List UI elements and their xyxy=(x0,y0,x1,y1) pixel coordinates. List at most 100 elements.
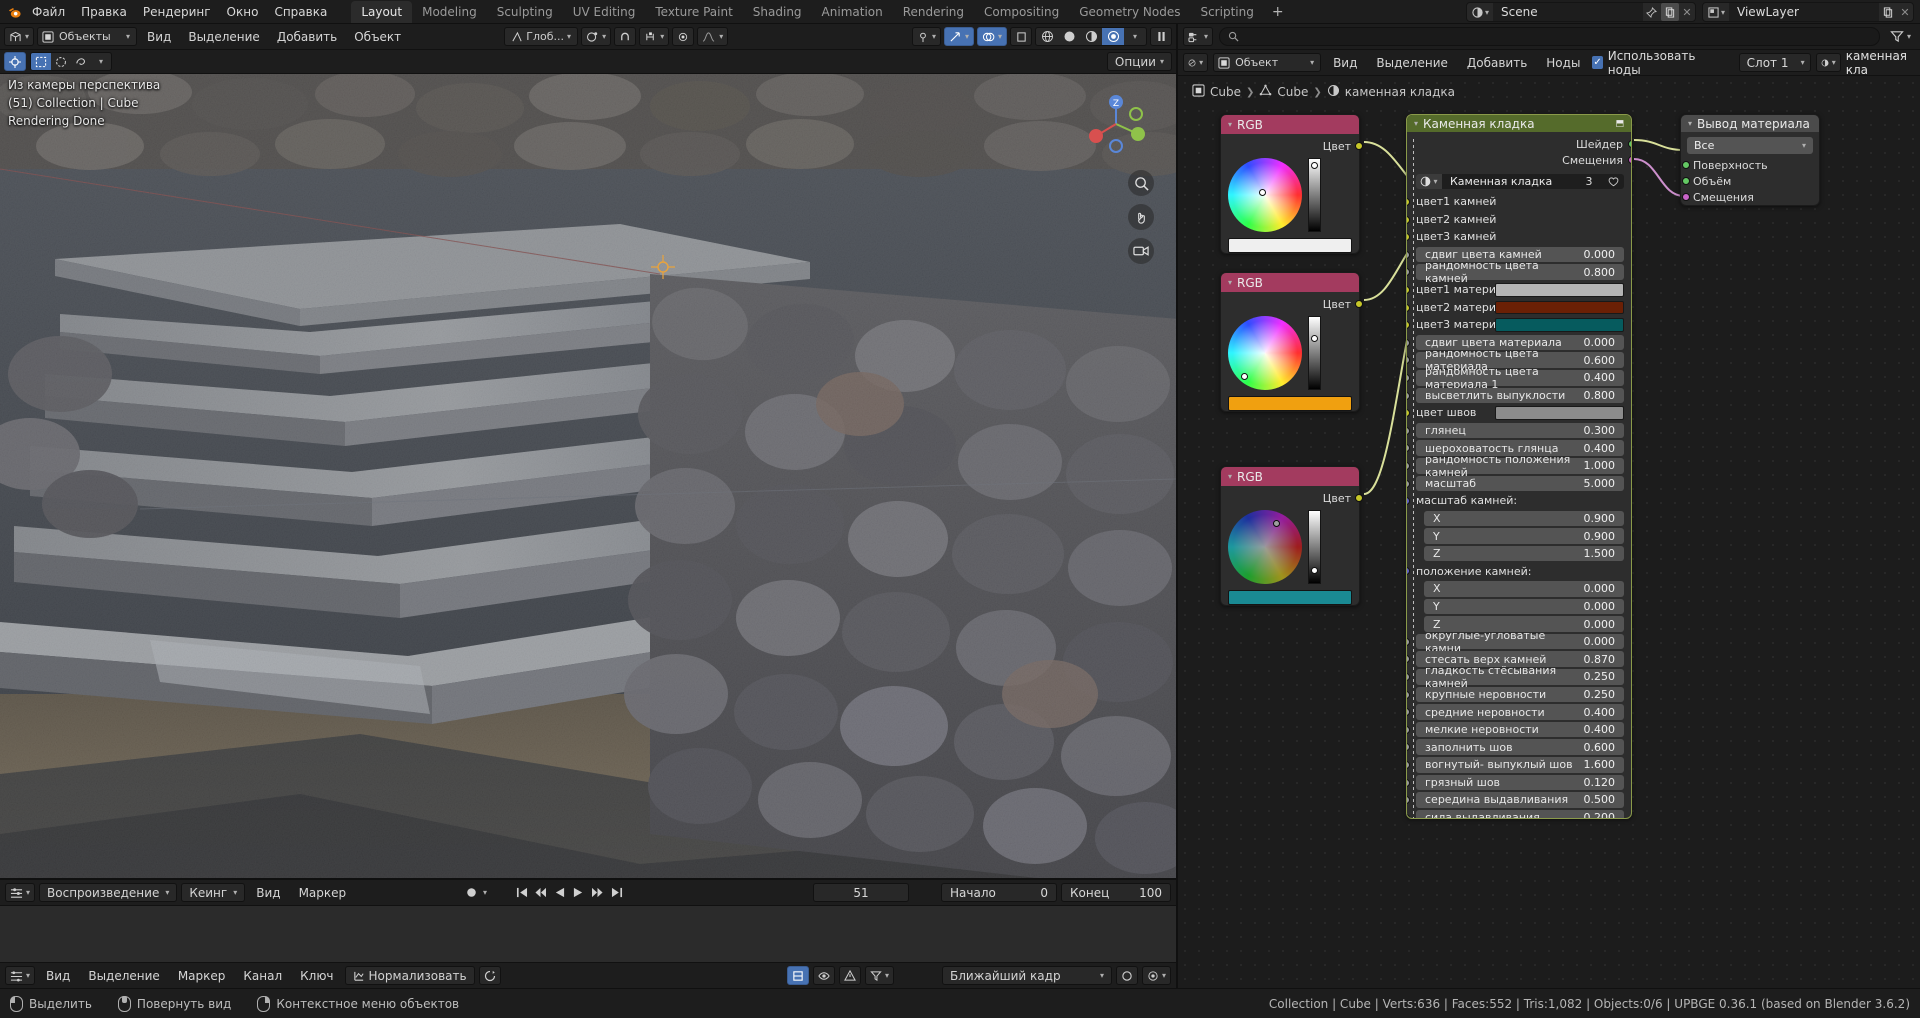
node-group-input-row[interactable]: цвет1 материала xyxy=(1407,281,1631,299)
shading-solid-icon[interactable] xyxy=(1058,28,1080,45)
node-group-color-field[interactable] xyxy=(1495,283,1624,297)
shading-material-icon[interactable] xyxy=(1080,28,1102,45)
color-swatch[interactable] xyxy=(1228,238,1352,253)
input-socket[interactable] xyxy=(1406,374,1410,382)
menu-edit[interactable]: Правка xyxy=(73,2,135,22)
node-group-input-row[interactable]: цвет2 материала xyxy=(1407,299,1631,317)
node-group-name-field[interactable]: ▾ Каменная кладка 3 xyxy=(1416,174,1624,189)
zoom-icon[interactable] xyxy=(1128,170,1154,196)
camera-view-icon[interactable] xyxy=(1128,238,1154,264)
value-slider-knob[interactable] xyxy=(1311,567,1318,574)
node-group-value-field[interactable]: гладкость стёсывания камней0.250 xyxy=(1416,669,1624,685)
show-gizmo-icon[interactable]: ▾ xyxy=(944,27,974,46)
value-slider[interactable] xyxy=(1308,316,1321,390)
navigation-gizmo[interactable]: Z xyxy=(1084,92,1148,156)
input-socket[interactable] xyxy=(1406,392,1410,400)
proportional-edit-icon[interactable] xyxy=(672,27,694,46)
viewlayer-selector[interactable]: ▾ ViewLayer ✕ xyxy=(1702,2,1914,22)
node-group-color-field[interactable] xyxy=(1495,318,1624,332)
node-group-input-row[interactable]: средние неровности0.400 xyxy=(1407,703,1631,721)
dopesheet-menu-marker[interactable]: Маркер xyxy=(171,967,233,985)
dopesheet-menu-key[interactable]: Ключ xyxy=(293,967,340,985)
material-output-surface-row[interactable]: Поверхность xyxy=(1687,157,1813,173)
node-group-color-field[interactable] xyxy=(1495,301,1624,315)
value-slider[interactable] xyxy=(1308,158,1321,232)
workspace-tab-modeling[interactable]: Modeling xyxy=(412,1,487,23)
input-socket[interactable] xyxy=(1406,251,1410,259)
falloff-curve-icon[interactable]: ▾ xyxy=(697,27,728,46)
shader-editor-filter-icon[interactable]: ▾ xyxy=(1886,27,1915,46)
collapse-icon[interactable]: ▾ xyxy=(1228,278,1232,287)
viewport-menu-view[interactable]: Вид xyxy=(140,28,178,46)
viewport-menu-add[interactable]: Добавить xyxy=(270,28,344,46)
new-scene-icon[interactable] xyxy=(1661,3,1679,21)
node-rgb-3-output-row[interactable]: Цвет xyxy=(1221,490,1359,506)
node-group-input-row[interactable]: цвет3 материала xyxy=(1407,316,1631,334)
magnet-snap-icon[interactable] xyxy=(614,27,636,46)
node-group-input-row[interactable]: гладкость стёсывания камней0.250 xyxy=(1407,668,1631,686)
node-group-user-count[interactable]: 3 xyxy=(1576,175,1602,188)
collapse-icon[interactable]: ▾ xyxy=(1688,119,1692,128)
blender-logo-icon[interactable] xyxy=(6,4,24,20)
node-rgb-3[interactable]: ▾ RGB Цвет xyxy=(1220,466,1360,606)
timeline-track-area[interactable] xyxy=(0,906,1176,962)
node-group-value-field[interactable]: крупные неровности0.250 xyxy=(1416,687,1624,703)
remove-scene-icon[interactable]: ✕ xyxy=(1679,6,1695,19)
remove-viewlayer-icon[interactable]: ✕ xyxy=(1897,6,1913,19)
node-group-value-field[interactable]: Y0.900 xyxy=(1424,528,1624,544)
select-box-icon[interactable] xyxy=(31,53,51,70)
node-group-input-row[interactable]: мелкие неровности0.400 xyxy=(1407,721,1631,739)
input-socket[interactable] xyxy=(1406,339,1410,347)
frame-end-field[interactable]: Конец 100 xyxy=(1061,883,1171,902)
input-socket[interactable] xyxy=(1406,268,1410,276)
output-socket[interactable] xyxy=(1355,300,1363,308)
shader-output-socket[interactable] xyxy=(1628,140,1632,148)
shader-menu-add[interactable]: Добавить xyxy=(1460,54,1534,72)
menu-file[interactable]: Файл xyxy=(24,2,73,22)
node-group-value-field[interactable]: рандомность положения камней1.000 xyxy=(1416,458,1624,474)
node-rgb-1-output-row[interactable]: Цвет xyxy=(1221,138,1359,154)
collapse-icon[interactable]: ▾ xyxy=(1414,119,1418,128)
viewport-menu-object[interactable]: Объект xyxy=(347,28,408,46)
add-workspace-button[interactable]: + xyxy=(1264,1,1292,23)
shading-mode-group[interactable]: ▾ xyxy=(1035,27,1147,46)
node-group-input-row[interactable]: цвет2 камней xyxy=(1407,211,1631,229)
interaction-mode-selector[interactable]: Объекты ▾ xyxy=(37,27,137,46)
workspace-tab-rendering[interactable]: Rendering xyxy=(893,1,974,23)
record-keyframe-button[interactable]: ▾ xyxy=(465,886,487,899)
timeline-menu-view[interactable]: Вид xyxy=(249,884,287,902)
normalize-toggle[interactable]: Нормализовать xyxy=(345,966,475,985)
color-wheel-knob[interactable] xyxy=(1241,373,1248,380)
input-socket[interactable] xyxy=(1406,638,1410,646)
node-group-color-field[interactable] xyxy=(1495,406,1624,420)
color-wheel-knob[interactable] xyxy=(1259,189,1266,196)
frame-start-field[interactable]: Начало 0 xyxy=(941,883,1057,902)
node-group-input-row[interactable]: высветлить выпуклости0.800 xyxy=(1407,387,1631,405)
browse-material-icon[interactable]: ▾ xyxy=(1816,53,1841,72)
show-errors-icon[interactable] xyxy=(839,966,861,985)
input-socket[interactable] xyxy=(1406,726,1410,734)
node-group-input-row[interactable]: Y0.000 xyxy=(1407,598,1631,616)
select-circle-icon[interactable] xyxy=(51,53,71,70)
new-viewlayer-icon[interactable] xyxy=(1879,3,1897,21)
workspace-tab-uv-editing[interactable]: UV Editing xyxy=(563,1,646,23)
node-group-name-value[interactable]: Каменная кладка xyxy=(1442,175,1576,188)
node-group-value-field[interactable]: средние неровности0.400 xyxy=(1416,704,1624,720)
breadcrumb-item-object[interactable]: Cube xyxy=(1210,85,1241,99)
node-group-fake-user-icon[interactable] xyxy=(1602,176,1624,187)
node-rgb-2[interactable]: ▾ RGB Цвет xyxy=(1220,272,1360,412)
dopesheet-editor-type-icon[interactable]: ▾ xyxy=(5,966,35,985)
node-canvas[interactable]: Cube ❯ Cube ❯ каменная кладка ▾ xyxy=(1178,76,1920,988)
node-group-input-row[interactable]: X0.900 xyxy=(1407,510,1631,528)
snap-toggle-icon[interactable] xyxy=(1116,966,1138,985)
color-wheel[interactable] xyxy=(1228,158,1302,232)
input-socket[interactable] xyxy=(1406,814,1410,819)
workspace-tab-sculpting[interactable]: Sculpting xyxy=(487,1,563,23)
node-group-input-row[interactable]: масштаб камней: xyxy=(1407,492,1631,510)
output-socket[interactable] xyxy=(1355,494,1363,502)
node-rgb-3-header[interactable]: ▾ RGB xyxy=(1221,467,1359,486)
select-mode-group[interactable]: ▾ xyxy=(30,52,112,71)
material-output-volume-row[interactable]: Объём xyxy=(1687,173,1813,189)
collapse-icon[interactable]: ▾ xyxy=(1228,472,1232,481)
dopesheet-menu-view[interactable]: Вид xyxy=(39,967,77,985)
